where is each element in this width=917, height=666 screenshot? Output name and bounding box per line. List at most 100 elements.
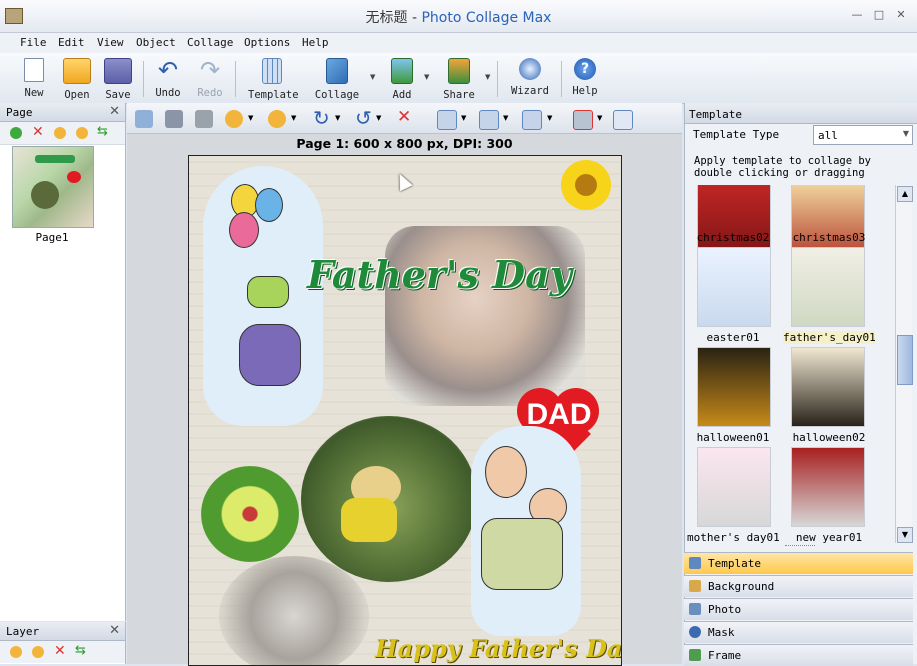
move-page-down-icon[interactable] [76, 127, 88, 139]
delete-page-icon[interactable]: ✕ [32, 124, 44, 140]
toolbar-separator [235, 61, 236, 97]
scroll-up-icon[interactable]: ▲ [897, 186, 913, 202]
menu-file[interactable]: File [20, 36, 47, 49]
distribute-icon[interactable] [479, 110, 499, 130]
wizard-label: Wizard [511, 85, 549, 97]
layer-panel-close-icon[interactable]: ✕ [109, 623, 120, 638]
close-icon[interactable]: ✕ [894, 9, 908, 21]
redo-arrow-icon: ↷ [199, 56, 221, 84]
edit-toolbar: ▼ ▼ ↻ ▼ ↺ ▼ ✕ ▼ ▼ ▼ ▼ [127, 103, 682, 134]
rotate-left-dropdown-icon[interactable]: ▼ [376, 114, 381, 122]
clear-effect-dropdown-icon[interactable]: ▼ [597, 114, 602, 122]
add-page-icon[interactable] [10, 127, 22, 139]
rotate-left-icon[interactable]: ↺ [355, 106, 372, 130]
fathers-day-title-text[interactable]: Father's Day [307, 252, 597, 297]
rotate-right-dropdown-icon[interactable]: ▼ [335, 114, 340, 122]
share-icon [448, 58, 470, 84]
page-info-label: Page 1: 600 x 800 px, DPI: 300 [296, 136, 513, 151]
template-caption: mother's_day01 [687, 531, 780, 543]
tab-background[interactable]: Background [684, 575, 913, 597]
menu-view[interactable]: View [97, 36, 124, 49]
distribute-dropdown-icon[interactable]: ▼ [503, 114, 508, 122]
tab-photo[interactable]: Photo [684, 598, 913, 620]
new-document-icon [24, 58, 44, 82]
page-thumbnail[interactable] [12, 146, 94, 228]
template-thumb-fathers-day01[interactable] [791, 247, 865, 327]
new-button[interactable]: New [10, 56, 58, 99]
minimize-icon[interactable]: — [850, 9, 864, 21]
send-backward-dropdown-icon[interactable]: ▼ [291, 114, 296, 122]
layer-panel-toolbar: ✕ ⇆ [0, 641, 125, 663]
maximize-icon[interactable]: □ [872, 9, 886, 21]
add-dropdown-arrow-icon[interactable]: ▼ [424, 73, 429, 81]
father-hug-clipart[interactable] [471, 426, 581, 636]
bring-forward-icon[interactable] [225, 110, 243, 128]
child-with-rabbit-photo[interactable] [301, 416, 477, 582]
properties-icon[interactable] [613, 110, 633, 130]
cartoon-father-son-clipart[interactable] [203, 166, 323, 426]
template-thumb-halloween01[interactable] [697, 347, 771, 427]
undo-button[interactable]: ↶ Undo [144, 56, 192, 99]
refresh-layer-icon[interactable]: ⇆ [75, 643, 86, 658]
tab-frame[interactable]: Frame [684, 644, 913, 666]
add-button[interactable]: Add [378, 56, 426, 101]
template-thumb-mothers-day01[interactable] [697, 447, 771, 527]
poinsettia-clipart[interactable] [201, 466, 299, 562]
help-button[interactable]: ? Help [561, 56, 609, 97]
crop-icon[interactable] [195, 110, 213, 128]
template-thumb-new-year01[interactable] [791, 447, 865, 527]
share-dropdown-arrow-icon[interactable]: ▼ [485, 73, 490, 81]
size-dropdown-icon[interactable]: ▼ [547, 114, 552, 122]
template-type-select[interactable]: all ▼ [813, 125, 913, 145]
delete-layer-icon[interactable]: ✕ [54, 643, 66, 659]
send-backward-icon[interactable] [268, 110, 286, 128]
image-edit-icon[interactable] [135, 110, 153, 128]
redo-button[interactable]: ↷ Redo [186, 56, 234, 99]
menu-help[interactable]: Help [302, 36, 329, 49]
template-thumb-easter01[interactable] [697, 247, 771, 327]
scroll-thumb[interactable] [897, 335, 913, 385]
delete-object-icon[interactable]: ✕ [397, 107, 411, 127]
menu-edit[interactable]: Edit [58, 36, 85, 49]
save-button[interactable]: Save [94, 56, 142, 101]
add-label: Add [392, 89, 412, 101]
size-icon[interactable] [522, 110, 542, 130]
photo-select-icon[interactable] [165, 110, 183, 128]
sunflower-clipart[interactable] [561, 160, 611, 210]
layer-down-icon[interactable] [32, 646, 44, 658]
template-button[interactable]: Template [248, 56, 299, 101]
page-panel-close-icon[interactable]: ✕ [109, 104, 120, 119]
move-page-up-icon[interactable] [54, 127, 66, 139]
wizard-button[interactable]: Wizard [506, 56, 554, 97]
main-toolbar: New Open Save ↶ Undo ↷ Redo Template Col… [0, 53, 917, 104]
template-caption: new_year01 [795, 531, 863, 543]
menu-collage[interactable]: Collage [187, 36, 233, 49]
collage-button[interactable]: Collage [313, 56, 361, 101]
panel-splitter[interactable] [785, 545, 815, 549]
layer-up-icon[interactable] [10, 646, 22, 658]
clear-effect-icon[interactable] [573, 110, 593, 130]
happy-fathers-day-text[interactable]: Happy Father's Day [375, 634, 621, 663]
refresh-page-icon[interactable]: ⇆ [97, 124, 108, 139]
chevron-down-icon[interactable]: ▼ [903, 129, 909, 138]
collage-page[interactable]: Father's Day DAD Happy Father's Day [188, 155, 622, 666]
tab-mask[interactable]: Mask [684, 621, 913, 643]
tab-template[interactable]: Template [684, 552, 913, 574]
align-icon[interactable] [437, 110, 457, 130]
rotate-right-icon[interactable]: ↻ [313, 106, 330, 130]
girl-portrait-photo[interactable] [219, 556, 369, 665]
template-scrollbar[interactable]: ▲ ▼ [895, 185, 913, 543]
template-list: christmas02 christmas03 easter01 father'… [685, 185, 895, 543]
title-bar: 无标题 - Photo Collage Max — □ ✕ [0, 0, 917, 33]
template-thumb-halloween02[interactable] [791, 347, 865, 427]
align-dropdown-icon[interactable]: ▼ [461, 114, 466, 122]
tab-background-label: Background [708, 580, 775, 593]
menu-object[interactable]: Object [136, 36, 176, 49]
scroll-down-icon[interactable]: ▼ [897, 527, 913, 543]
bring-forward-dropdown-icon[interactable]: ▼ [248, 114, 253, 122]
share-button[interactable]: Share [435, 56, 483, 101]
help-label: Help [572, 85, 598, 97]
menu-options[interactable]: Options [244, 36, 290, 49]
collage-dropdown-arrow-icon[interactable]: ▼ [370, 73, 375, 81]
mask-tab-icon [689, 626, 701, 638]
